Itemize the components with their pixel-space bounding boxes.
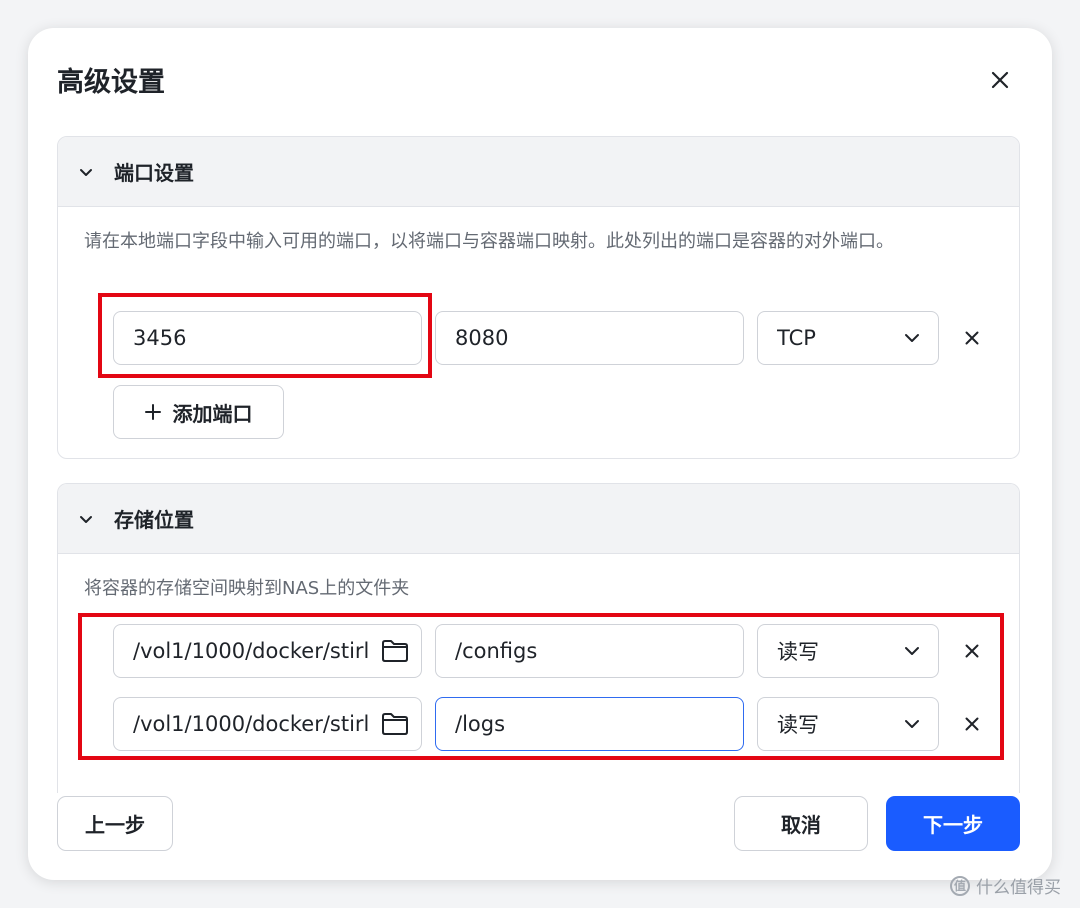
close-icon — [965, 331, 979, 345]
watermark-logo: 值 — [950, 875, 970, 896]
watermark: 值 什么值得买 — [950, 873, 1061, 898]
container-port-input[interactable]: 8080 — [435, 311, 744, 365]
permission-value: 读写 — [777, 713, 819, 737]
close-icon — [991, 71, 1009, 89]
remove-storage-button[interactable] — [957, 636, 987, 666]
chevron-down-icon — [78, 510, 96, 528]
host-path-value: /vol1/1000/docker/stirling-pdf/configs — [133, 639, 369, 663]
folder-icon[interactable] — [369, 698, 421, 750]
local-port-value: 3456 — [133, 326, 187, 350]
protocol-value: TCP — [777, 326, 816, 350]
container-port-value: 8080 — [455, 326, 509, 350]
add-port-button[interactable]: 添加端口 — [113, 385, 284, 439]
remove-port-button[interactable] — [957, 323, 987, 353]
remove-storage-button[interactable] — [957, 709, 987, 739]
storage-description: 将容器的存储空间映射到NAS上的文件夹 — [84, 578, 410, 599]
permission-value: 读写 — [777, 640, 819, 664]
add-port-label: 添加端口 — [172, 401, 253, 426]
previous-step-button[interactable]: 上一步 — [57, 796, 173, 851]
folder-icon[interactable] — [369, 625, 421, 677]
chevron-down-icon — [886, 625, 938, 677]
protocol-select[interactable]: TCP — [757, 311, 939, 365]
close-icon — [965, 644, 979, 658]
chevron-down-icon — [78, 163, 96, 181]
close-icon — [965, 717, 979, 731]
port-description: 请在本地端口字段中输入可用的端口，以将端口与容器端口映射。此处列出的端口是容器的… — [84, 231, 894, 252]
close-button[interactable] — [984, 64, 1016, 96]
permission-select[interactable]: 读写 — [757, 624, 939, 678]
chevron-down-icon — [886, 312, 938, 364]
advanced-settings-dialog: 高级设置 端口设置 请在本地端口字段中输入可用的端口，以将端口与容器端口映射。此… — [28, 28, 1052, 880]
permission-select[interactable]: 读写 — [757, 697, 939, 751]
container-path-value: /configs — [455, 639, 538, 663]
storage-location-title: 存储位置 — [114, 508, 194, 532]
dialog-title: 高级设置 — [57, 67, 165, 98]
storage-location-header[interactable]: 存储位置 — [58, 484, 1019, 554]
port-settings-title: 端口设置 — [114, 161, 194, 185]
port-settings-header[interactable]: 端口设置 — [58, 137, 1019, 207]
host-path-input[interactable]: /vol1/1000/docker/stirling-pdf/logs — [113, 697, 422, 751]
chevron-down-icon — [886, 698, 938, 750]
local-port-input[interactable]: 3456 — [113, 311, 422, 365]
host-path-input[interactable]: /vol1/1000/docker/stirling-pdf/configs — [113, 624, 422, 678]
container-path-input[interactable]: /configs — [435, 624, 744, 678]
next-step-button[interactable]: 下一步 — [886, 796, 1020, 851]
container-path-input[interactable]: /logs — [435, 697, 744, 751]
watermark-text: 什么值得买 — [976, 878, 1061, 898]
host-path-value: /vol1/1000/docker/stirling-pdf/logs — [133, 712, 369, 736]
container-path-value: /logs — [455, 712, 506, 736]
plus-icon — [144, 404, 161, 420]
cancel-button[interactable]: 取消 — [734, 796, 868, 851]
